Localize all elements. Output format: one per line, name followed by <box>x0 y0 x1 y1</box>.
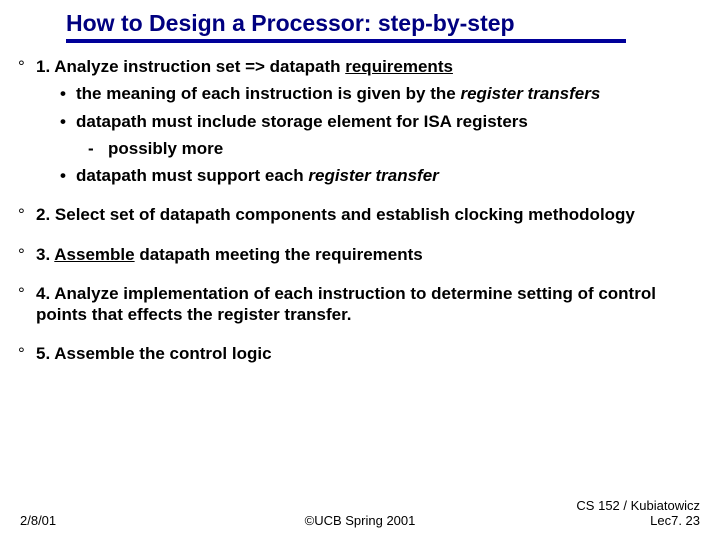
step-1-sub-1: the meaning of each instruction is given… <box>36 83 700 104</box>
step-1-sub-3-text: datapath must support each <box>76 166 308 185</box>
step-5-text: 5. Assemble the control logic <box>36 344 272 363</box>
step-5: 5. Assemble the control logic <box>18 343 700 364</box>
step-1-text-b: requirements <box>345 57 453 76</box>
step-3: 3. Assemble datapath meeting the require… <box>18 244 700 265</box>
step-3-text-a: 3. <box>36 245 54 264</box>
footer-course: CS 152 / Kubiatowicz Lec7. 23 <box>576 499 700 528</box>
step-4-text: 4. Analyze implementation of each instru… <box>36 284 656 324</box>
step-1-sub-1-em: register transfers <box>460 84 600 103</box>
step-1-sub-1-text: the meaning of each instruction is given… <box>76 84 460 103</box>
step-1: 1. Analyze instruction set => datapath r… <box>18 56 700 186</box>
step-2-text: 2. Select set of datapath components and… <box>36 205 635 224</box>
step-1-sub-3: datapath must support each register tran… <box>36 165 700 186</box>
title-block: How to Design a Processor: step-by-step <box>66 10 626 43</box>
step-1-sub-2: datapath must include storage element fo… <box>36 111 700 132</box>
slide-title: How to Design a Processor: step-by-step <box>66 10 515 41</box>
content-body: 1. Analyze instruction set => datapath r… <box>18 56 700 383</box>
step-1-sub-2a-text: possibly more <box>108 139 223 158</box>
slide: How to Design a Processor: step-by-step … <box>0 0 720 540</box>
step-2: 2. Select set of datapath components and… <box>18 204 700 225</box>
step-1-sub-2a: possibly more <box>36 138 700 159</box>
step-1-sub-3-em: register transfer <box>308 166 438 185</box>
step-1-sub-2-text: datapath must include storage element fo… <box>76 112 528 131</box>
step-1-text-a: 1. Analyze instruction set => datapath <box>36 57 345 76</box>
step-4: 4. Analyze implementation of each instru… <box>18 283 700 326</box>
step-3-text-b: Assemble <box>54 245 134 264</box>
step-3-text-c: datapath meeting the requirements <box>135 245 423 264</box>
